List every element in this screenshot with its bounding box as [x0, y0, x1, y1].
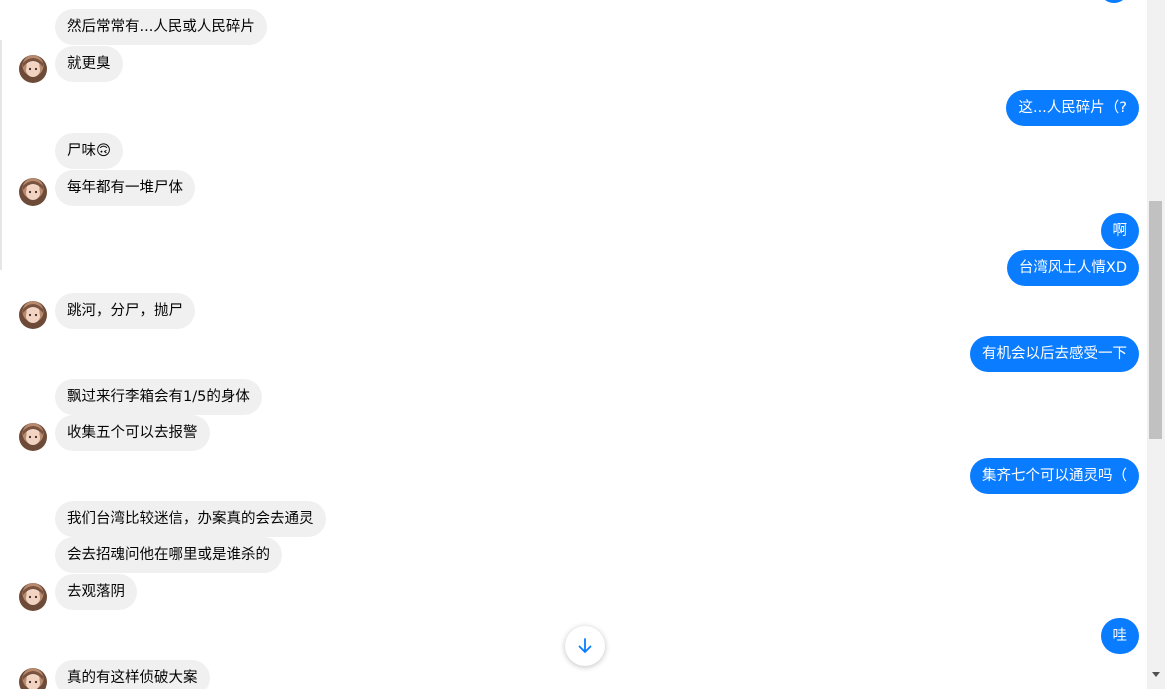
- message-bubble-incoming[interactable]: 就更臭: [55, 46, 123, 82]
- message-bubble-outgoing[interactable]: 集齐七个可以通灵吗（: [970, 458, 1139, 494]
- contact-avatar[interactable]: [19, 301, 47, 329]
- contact-avatar[interactable]: [19, 423, 47, 451]
- message-bubble-incoming[interactable]: 收集五个可以去报警: [55, 415, 210, 451]
- message-thread[interactable]: 然后常常有...人民或人民碎片 就更臭 这...人民碎片（? 尸味🙃 每年都有一…: [0, 0, 1147, 689]
- partial-outgoing-bubble: [1099, 0, 1129, 3]
- vertical-scrollbar[interactable]: [1147, 0, 1165, 689]
- scrollbar-thumb[interactable]: [1149, 201, 1162, 439]
- message-bubble-incoming[interactable]: 我们台湾比较迷信，办案真的会去通灵: [55, 501, 326, 537]
- message-bubble-incoming[interactable]: 会去招魂问他在哪里或是谁杀的: [55, 537, 282, 573]
- contact-avatar[interactable]: [19, 668, 47, 689]
- message-bubble-incoming[interactable]: 去观落阴: [55, 574, 137, 610]
- message-bubble-outgoing[interactable]: 台湾风土人情XD: [1006, 250, 1139, 286]
- scroll-to-bottom-button[interactable]: [565, 626, 605, 666]
- message-bubble-incoming[interactable]: 飘过来行李箱会有1/5的身体: [55, 379, 262, 415]
- message-bubble-incoming[interactable]: 跳河，分尸，抛尸: [55, 293, 195, 329]
- message-bubble-outgoing[interactable]: 哇: [1100, 618, 1139, 654]
- contact-avatar[interactable]: [19, 583, 47, 611]
- message-bubble-incoming[interactable]: 尸味🙃: [55, 133, 124, 169]
- message-bubble-incoming[interactable]: 然后常常有...人民或人民碎片: [55, 9, 267, 45]
- arrow-down-icon: [578, 638, 592, 653]
- message-bubble-outgoing[interactable]: 啊: [1100, 213, 1139, 249]
- message-bubble-incoming[interactable]: 真的有这样侦破大案: [55, 660, 210, 689]
- contact-avatar[interactable]: [19, 55, 47, 83]
- scroll-down-arrow-icon[interactable]: [1152, 672, 1160, 677]
- message-bubble-outgoing[interactable]: 有机会以后去感受一下: [970, 336, 1139, 372]
- contact-avatar[interactable]: [19, 178, 47, 206]
- message-bubble-incoming[interactable]: 每年都有一堆尸体: [55, 170, 195, 206]
- message-bubble-outgoing[interactable]: 这...人民碎片（?: [1006, 90, 1139, 126]
